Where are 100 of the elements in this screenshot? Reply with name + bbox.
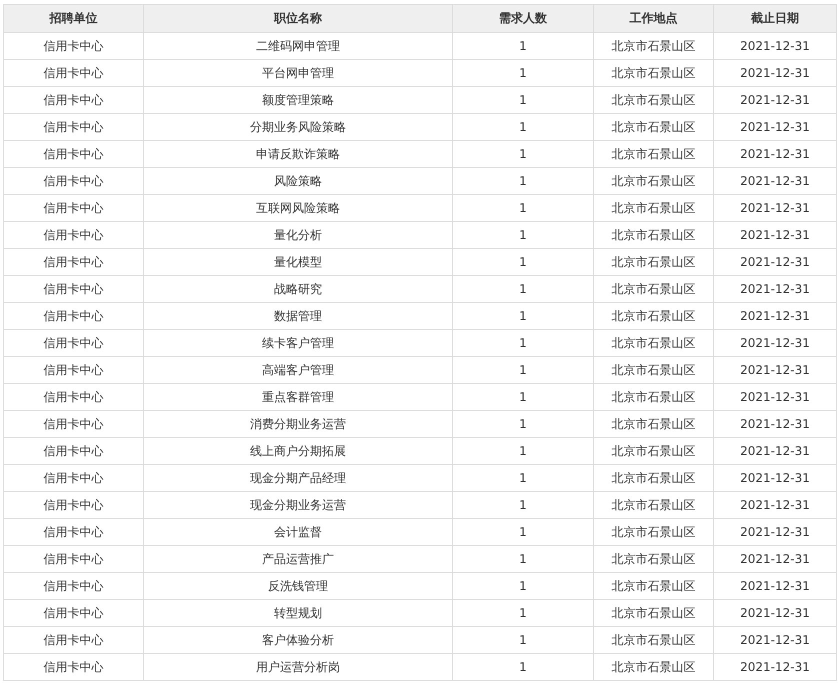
table-cell: 2021-12-31 bbox=[714, 86, 836, 114]
table-cell: 会计监督 bbox=[144, 518, 452, 546]
table-cell: 2021-12-31 bbox=[714, 438, 836, 464]
table-cell: 量化模型 bbox=[144, 248, 452, 276]
table-cell: 转型规划 bbox=[144, 600, 452, 626]
table-cell: 信用卡中心 bbox=[4, 654, 144, 680]
table-cell: 2021-12-31 bbox=[714, 194, 836, 222]
table-cell: 2021-12-31 bbox=[714, 330, 836, 356]
table-cell: 北京市石景山区 bbox=[594, 114, 714, 140]
table-cell: 2021-12-31 bbox=[714, 60, 836, 86]
table-cell: 2021-12-31 bbox=[714, 248, 836, 276]
table-cell: 线上商户分期拓展 bbox=[144, 438, 452, 464]
table-cell: 反洗钱管理 bbox=[144, 572, 452, 600]
table-cell: 北京市石景山区 bbox=[594, 492, 714, 518]
table-cell: 信用卡中心 bbox=[4, 546, 144, 572]
table-cell: 信用卡中心 bbox=[4, 356, 144, 384]
table-cell: 北京市石景山区 bbox=[594, 222, 714, 248]
table-cell: 现金分期业务运营 bbox=[144, 492, 452, 518]
table-cell: 北京市石景山区 bbox=[594, 276, 714, 302]
table-cell: 北京市石景山区 bbox=[594, 302, 714, 330]
table-cell: 1 bbox=[452, 438, 594, 464]
table-cell: 2021-12-31 bbox=[714, 168, 836, 194]
table-cell: 2021-12-31 bbox=[714, 572, 836, 600]
table-cell: 北京市石景山区 bbox=[594, 248, 714, 276]
table-cell: 2021-12-31 bbox=[714, 356, 836, 384]
table-cell: 数据管理 bbox=[144, 302, 452, 330]
table-cell: 北京市石景山区 bbox=[594, 600, 714, 626]
column-header: 截止日期 bbox=[714, 4, 836, 32]
table-cell: 信用卡中心 bbox=[4, 626, 144, 654]
table-cell: 现金分期产品经理 bbox=[144, 464, 452, 492]
table-cell: 1 bbox=[452, 518, 594, 546]
table-cell: 2021-12-31 bbox=[714, 276, 836, 302]
table-cell: 1 bbox=[452, 654, 594, 680]
table-cell: 1 bbox=[452, 464, 594, 492]
table-cell: 2021-12-31 bbox=[714, 384, 836, 410]
table-cell: 信用卡中心 bbox=[4, 60, 144, 86]
table-cell: 信用卡中心 bbox=[4, 410, 144, 438]
table-cell: 1 bbox=[452, 114, 594, 140]
table-cell: 1 bbox=[452, 140, 594, 168]
table-cell: 信用卡中心 bbox=[4, 492, 144, 518]
table-cell: 2021-12-31 bbox=[714, 302, 836, 330]
table-cell: 量化分析 bbox=[144, 222, 452, 248]
table-cell: 信用卡中心 bbox=[4, 140, 144, 168]
table-cell: 分期业务风险策略 bbox=[144, 114, 452, 140]
table-cell: 信用卡中心 bbox=[4, 302, 144, 330]
table-cell: 1 bbox=[452, 626, 594, 654]
table-cell: 产品运营推广 bbox=[144, 546, 452, 572]
table-cell: 信用卡中心 bbox=[4, 330, 144, 356]
table-cell: 信用卡中心 bbox=[4, 194, 144, 222]
table-cell: 续卡客户管理 bbox=[144, 330, 452, 356]
table-cell: 北京市石景山区 bbox=[594, 168, 714, 194]
table-cell: 信用卡中心 bbox=[4, 114, 144, 140]
table-cell: 信用卡中心 bbox=[4, 518, 144, 546]
table-cell: 2021-12-31 bbox=[714, 654, 836, 680]
table-cell: 1 bbox=[452, 248, 594, 276]
table-cell: 用户运营分析岗 bbox=[144, 654, 452, 680]
table-cell: 1 bbox=[452, 60, 594, 86]
table-cell: 1 bbox=[452, 276, 594, 302]
table-cell: 1 bbox=[452, 384, 594, 410]
table-cell: 2021-12-31 bbox=[714, 518, 836, 546]
table-cell: 信用卡中心 bbox=[4, 464, 144, 492]
table-cell: 1 bbox=[452, 32, 594, 60]
table-cell: 1 bbox=[452, 194, 594, 222]
table-cell: 北京市石景山区 bbox=[594, 140, 714, 168]
table-cell: 信用卡中心 bbox=[4, 168, 144, 194]
table-cell: 信用卡中心 bbox=[4, 276, 144, 302]
table-cell: 北京市石景山区 bbox=[594, 330, 714, 356]
table-cell: 北京市石景山区 bbox=[594, 626, 714, 654]
table-cell: 1 bbox=[452, 600, 594, 626]
table-cell: 北京市石景山区 bbox=[594, 384, 714, 410]
table-cell: 北京市石景山区 bbox=[594, 518, 714, 546]
table-cell: 客户体验分析 bbox=[144, 626, 452, 654]
table-cell: 1 bbox=[452, 356, 594, 384]
table-cell: 额度管理策略 bbox=[144, 86, 452, 114]
table-cell: 北京市石景山区 bbox=[594, 546, 714, 572]
table-cell: 二维码网申管理 bbox=[144, 32, 452, 60]
table-cell: 高端客户管理 bbox=[144, 356, 452, 384]
table-cell: 2021-12-31 bbox=[714, 114, 836, 140]
table-cell: 北京市石景山区 bbox=[594, 410, 714, 438]
table-cell: 1 bbox=[452, 492, 594, 518]
table-cell: 信用卡中心 bbox=[4, 438, 144, 464]
table-cell: 1 bbox=[452, 302, 594, 330]
table-cell: 信用卡中心 bbox=[4, 572, 144, 600]
column-header: 工作地点 bbox=[594, 4, 714, 32]
column-header: 需求人数 bbox=[452, 4, 594, 32]
table-cell: 信用卡中心 bbox=[4, 248, 144, 276]
table-cell: 1 bbox=[452, 86, 594, 114]
table-cell: 2021-12-31 bbox=[714, 410, 836, 438]
table-cell: 消费分期业务运营 bbox=[144, 410, 452, 438]
table-cell: 互联网风险策略 bbox=[144, 194, 452, 222]
table-cell: 2021-12-31 bbox=[714, 222, 836, 248]
table-cell: 信用卡中心 bbox=[4, 600, 144, 626]
table-cell: 北京市石景山区 bbox=[594, 86, 714, 114]
table-cell: 北京市石景山区 bbox=[594, 60, 714, 86]
table-cell: 1 bbox=[452, 572, 594, 600]
table-cell: 2021-12-31 bbox=[714, 546, 836, 572]
table-cell: 1 bbox=[452, 546, 594, 572]
table-cell: 2021-12-31 bbox=[714, 32, 836, 60]
table-cell: 2021-12-31 bbox=[714, 626, 836, 654]
table-cell: 重点客群管理 bbox=[144, 384, 452, 410]
